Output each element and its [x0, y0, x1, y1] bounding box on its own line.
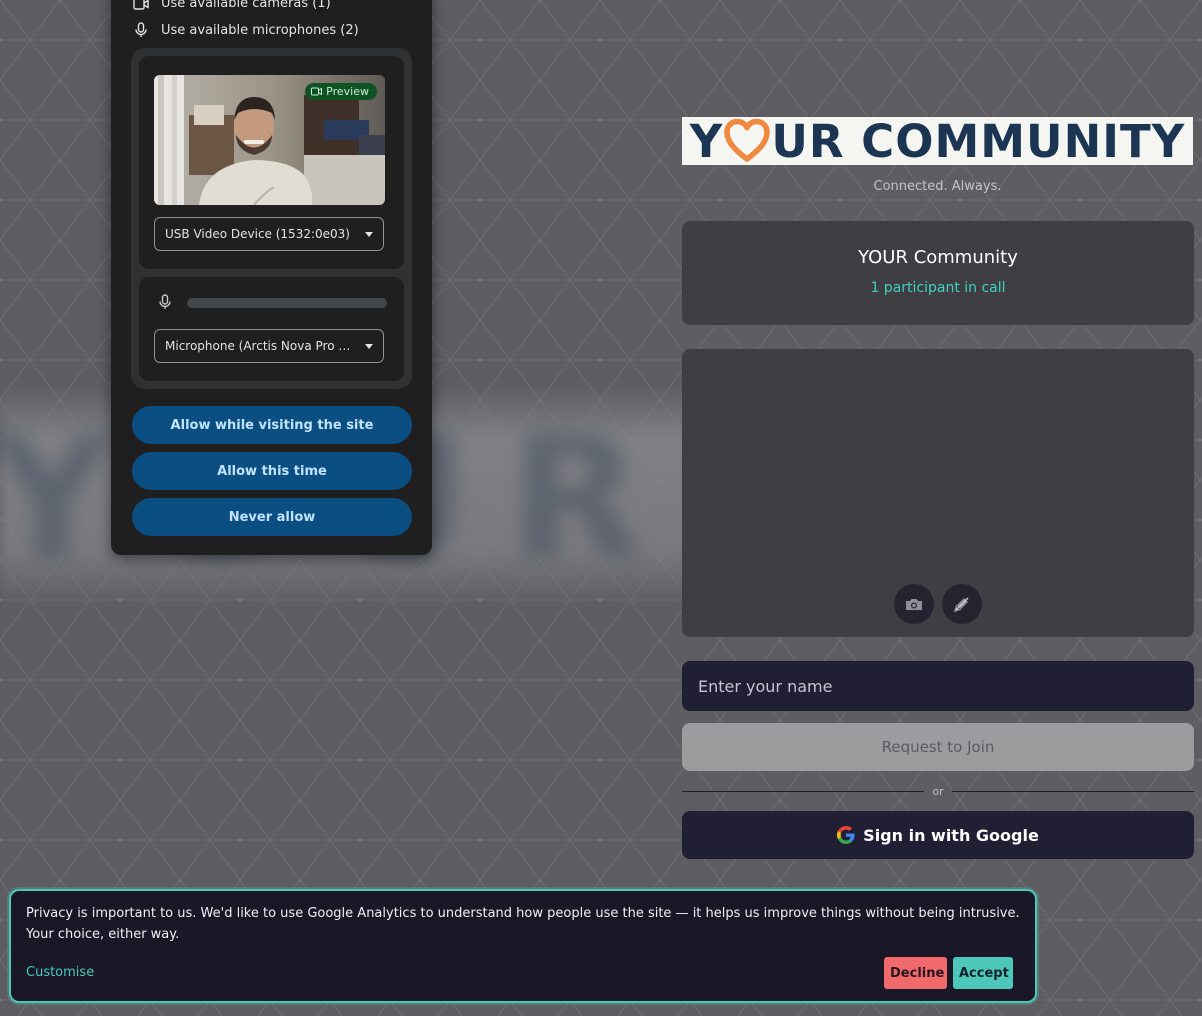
device-selector-panel: Preview USB Video Device (1532:0e03) Mic…	[131, 48, 412, 389]
logo-text-start: Y	[689, 117, 724, 165]
video-preview-panel	[682, 349, 1194, 637]
microphone-select-value: Microphone (Arctis Nova Pro Wir...	[165, 339, 355, 353]
camera-toggle-button[interactable]	[894, 584, 934, 624]
customise-link[interactable]: Customise	[26, 965, 94, 980]
or-label: or	[932, 784, 944, 798]
participant-count: 1 participant in call	[870, 280, 1006, 296]
never-allow-button[interactable]: Never allow	[132, 498, 412, 536]
cameras-label: Use available cameras (1)	[161, 0, 331, 11]
video-camera-icon	[311, 87, 323, 96]
dropdown-arrow-icon	[365, 343, 373, 349]
accept-button[interactable]: Accept	[953, 957, 1013, 989]
microphones-row: Use available microphones (2)	[133, 22, 359, 38]
google-icon	[837, 826, 855, 844]
divider-line	[682, 790, 925, 792]
microphone-icon	[135, 22, 147, 37]
microphone-toggle-button[interactable]	[942, 584, 982, 624]
microphones-label: Use available microphones (2)	[161, 22, 359, 38]
tagline: Connected. Always.	[873, 179, 1002, 194]
divider-line	[951, 790, 1195, 792]
microphone-card: Microphone (Arctis Nova Pro Wir...	[139, 277, 404, 381]
permission-prompt: Use available cameras (1) Use available …	[111, 0, 432, 555]
camera-card: Preview USB Video Device (1532:0e03)	[139, 56, 404, 269]
camera-icon	[133, 0, 149, 10]
community-logo: Y UR COMMUNITY	[682, 117, 1193, 165]
request-to-join-button[interactable]: Request to Join	[682, 723, 1194, 771]
sign-in-with-google-button[interactable]: Sign in with Google	[682, 811, 1194, 859]
preview-badge: Preview	[305, 83, 377, 100]
cameras-row: Use available cameras (1)	[133, 0, 331, 11]
camera-select[interactable]: USB Video Device (1532:0e03)	[154, 217, 384, 251]
logo-text-end: UR COMMUNITY	[771, 117, 1186, 165]
microphone-level-meter	[187, 298, 387, 308]
camera-select-value: USB Video Device (1532:0e03)	[165, 227, 350, 241]
community-title: YOUR Community	[858, 247, 1018, 268]
allow-while-visiting-button[interactable]: Allow while visiting the site	[132, 406, 412, 444]
or-divider: or	[682, 782, 1195, 800]
call-info-panel: YOUR Community 1 participant in call	[682, 221, 1194, 325]
camera-icon	[906, 599, 922, 610]
camera-preview: Preview	[154, 75, 385, 205]
allow-this-time-button[interactable]: Allow this time	[132, 452, 412, 490]
name-input[interactable]	[682, 661, 1194, 711]
microphone-select[interactable]: Microphone (Arctis Nova Pro Wir...	[154, 329, 384, 363]
heart-icon	[724, 119, 771, 162]
microphone-level-icon	[159, 294, 171, 309]
dropdown-arrow-icon	[365, 231, 373, 237]
cookie-banner: Privacy is important to us. We'd like to…	[9, 889, 1037, 1003]
cookie-message: Privacy is important to us. We'd like to…	[26, 906, 1020, 942]
microphone-off-icon	[953, 597, 969, 613]
decline-button[interactable]: Decline	[884, 957, 947, 989]
preview-label: Preview	[326, 85, 369, 98]
google-button-label: Sign in with Google	[863, 825, 1039, 845]
